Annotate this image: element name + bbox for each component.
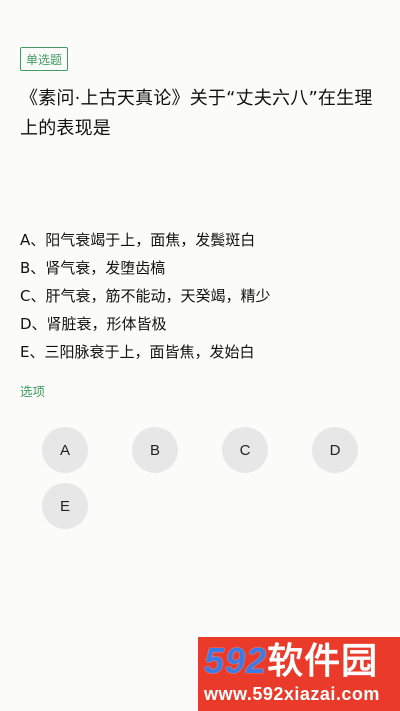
- watermark-brand: 软件园: [267, 640, 379, 681]
- watermark-number: 592: [204, 640, 268, 681]
- choices-section-label: 选项: [20, 384, 46, 399]
- option-list: A、阳气衰竭于上，面焦，发鬓斑白 B、肾气衰，发堕齿槁 C、肝气衰，筋不能动，天…: [20, 226, 380, 366]
- option-text-e: E、三阳脉衰于上，面皆焦，发始白: [20, 343, 255, 361]
- question-type-tag: 单选题: [20, 47, 69, 71]
- choice-button-b[interactable]: B: [132, 427, 178, 473]
- option-text-a: A、阳气衰竭于上，面焦，发鬓斑白: [20, 231, 256, 249]
- option-text-b: B、肾气衰，发堕齿槁: [20, 259, 166, 277]
- option-text-d: D、肾脏衰，形体皆极: [20, 315, 167, 333]
- choice-button-e[interactable]: E: [42, 483, 88, 529]
- question-text: 《素问·上古天真论》关于“丈夫六八”在生理上的表现是: [20, 88, 373, 139]
- choice-button-d[interactable]: D: [312, 427, 358, 473]
- choice-button-c[interactable]: C: [222, 427, 268, 473]
- watermark-url: www.592xiazai.com: [204, 684, 380, 704]
- watermark-logo: 592软件园 www.592xiazai.com: [198, 637, 400, 711]
- watermark-title: 592软件园: [204, 640, 378, 682]
- choice-button-a[interactable]: A: [42, 427, 88, 473]
- option-text-c: C、肝气衰，筋不能动，天癸竭，精少: [20, 287, 271, 305]
